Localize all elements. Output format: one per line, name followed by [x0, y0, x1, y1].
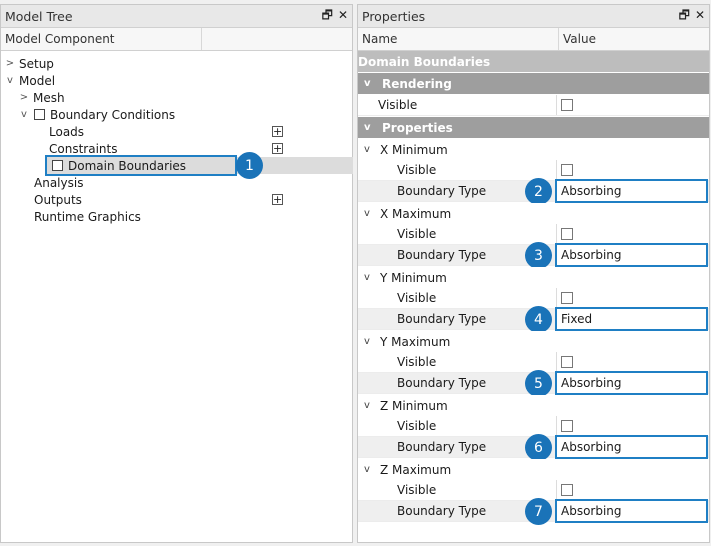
model-tree-panel: Model Tree 🗗 ✕ Model Component > Setup v… [0, 4, 353, 543]
name-column[interactable]: Name [358, 28, 559, 50]
tree-item-loads[interactable]: Loads [49, 123, 84, 140]
group-rendering[interactable]: v Rendering [358, 73, 709, 94]
chevron-down-icon[interactable]: v [364, 464, 370, 475]
callout-badge: 5 [525, 370, 552, 397]
section-header[interactable]: vX Minimum [358, 139, 709, 160]
callout-badge: 2 [525, 178, 552, 205]
tree-item-label: Analysis [34, 175, 84, 190]
tree-item-analysis[interactable]: Analysis [34, 174, 83, 191]
checkbox[interactable] [34, 109, 45, 120]
add-constraint-button[interactable]: + [272, 143, 283, 154]
tree-item-label: Loads [49, 124, 85, 139]
tree-item-runtime-graphics[interactable]: Runtime Graphics [34, 208, 141, 225]
checkbox[interactable] [52, 160, 63, 171]
boundary-type-value: Absorbing [561, 184, 622, 198]
add-load-button[interactable]: + [272, 126, 283, 137]
property-name: Visible [358, 160, 557, 180]
properties-column-header[interactable]: Name Value [358, 28, 709, 51]
chevron-down-icon[interactable]: v [364, 272, 370, 283]
section-header[interactable]: vY Minimum [358, 267, 709, 288]
chevron-down-icon[interactable]: v [364, 400, 370, 411]
boundary-type-value: Fixed [561, 312, 593, 326]
properties-panel: Properties 🗗 ✕ Name Value Domain Boundar… [357, 4, 710, 543]
chevron-down-icon[interactable]: v [364, 208, 370, 219]
tree-item-model[interactable]: v Model [4, 72, 55, 89]
chevron-down-icon[interactable]: v [364, 336, 370, 347]
close-icon[interactable]: ✕ [695, 7, 705, 23]
chevron-right-icon[interactable]: > [4, 58, 16, 69]
restore-window-icon[interactable]: 🗗 [322, 7, 333, 23]
chevron-down-icon[interactable]: v [4, 75, 16, 86]
properties-title: Properties [362, 8, 426, 24]
value-column[interactable]: Value [559, 32, 596, 46]
callout-badge: 1 [236, 152, 263, 179]
callout-badge: 6 [525, 434, 552, 461]
tree-item-label: Setup [19, 56, 54, 71]
boundary-type-field[interactable]: Absorbing [555, 179, 708, 203]
visible-checkbox[interactable] [561, 228, 573, 240]
chevron-down-icon[interactable]: v [18, 109, 30, 120]
category-domain-boundaries: Domain Boundaries [358, 51, 709, 72]
tree-item-setup[interactable]: > Setup [4, 55, 54, 72]
tree-item-label: Constraints [49, 141, 118, 156]
tree-item-boundary-conditions[interactable]: v Boundary Conditions [18, 106, 175, 123]
boundary-type-value: Absorbing [561, 376, 622, 390]
restore-window-icon[interactable]: 🗗 [679, 7, 690, 23]
callout-badge: 7 [525, 498, 552, 525]
tree-item-label: Domain Boundaries [68, 158, 187, 173]
boundary-type-field[interactable]: Absorbing [555, 371, 708, 395]
properties-header: Properties 🗗 ✕ [358, 5, 709, 28]
chevron-down-icon[interactable]: v [364, 144, 370, 155]
tree-item-label: Outputs [34, 192, 82, 207]
callout-badge: 3 [525, 242, 552, 269]
model-component-column[interactable]: Model Component [1, 28, 202, 50]
tree-item-domain-boundaries[interactable]: Domain Boundaries [45, 155, 237, 176]
chevron-right-icon[interactable]: > [18, 92, 30, 103]
boundary-type-value: Absorbing [561, 248, 622, 262]
tree-item-mesh[interactable]: > Mesh [18, 89, 65, 106]
property-name: Visible [358, 352, 557, 372]
model-tree-column-header[interactable]: Model Component [1, 28, 352, 51]
callout-badge: 4 [525, 306, 552, 333]
close-icon[interactable]: ✕ [338, 7, 348, 23]
property-row: Visible [358, 95, 709, 116]
section-header[interactable]: vZ Maximum [358, 459, 709, 480]
boundary-type-field[interactable]: Absorbing [555, 499, 708, 523]
visible-checkbox[interactable] [561, 99, 573, 111]
visible-checkbox[interactable] [561, 356, 573, 368]
boundary-type-field[interactable]: Absorbing [555, 435, 708, 459]
visible-checkbox[interactable] [561, 420, 573, 432]
visible-checkbox[interactable] [561, 164, 573, 176]
boundary-type-field[interactable]: Absorbing [555, 243, 708, 267]
boundary-type-value: Absorbing [561, 440, 622, 454]
property-name: Visible [358, 288, 557, 308]
property-name: Visible [358, 416, 557, 436]
group-properties[interactable]: v Properties [358, 117, 709, 138]
chevron-down-icon[interactable]: v [364, 78, 371, 89]
tree-item-label: Runtime Graphics [34, 209, 141, 224]
property-name: Visible [358, 480, 557, 500]
boundary-type-field[interactable]: Fixed [555, 307, 708, 331]
boundary-type-value: Absorbing [561, 504, 622, 518]
tree-item-label: Mesh [33, 90, 65, 105]
section-header[interactable]: vX Maximum [358, 203, 709, 224]
visible-checkbox[interactable] [561, 484, 573, 496]
visible-checkbox[interactable] [561, 292, 573, 304]
model-tree-header: Model Tree 🗗 ✕ [1, 5, 352, 28]
chevron-down-icon[interactable]: v [364, 122, 371, 133]
property-name: Visible [358, 95, 557, 115]
section-header[interactable]: vZ Minimum [358, 395, 709, 416]
tree-item-outputs[interactable]: Outputs [34, 191, 82, 208]
model-tree-title: Model Tree [5, 8, 73, 24]
tree-item-label: Boundary Conditions [50, 107, 176, 122]
tree-item-label: Model [19, 73, 56, 88]
add-output-button[interactable]: + [272, 194, 283, 205]
property-name: Visible [358, 224, 557, 244]
section-header[interactable]: vY Maximum [358, 331, 709, 352]
